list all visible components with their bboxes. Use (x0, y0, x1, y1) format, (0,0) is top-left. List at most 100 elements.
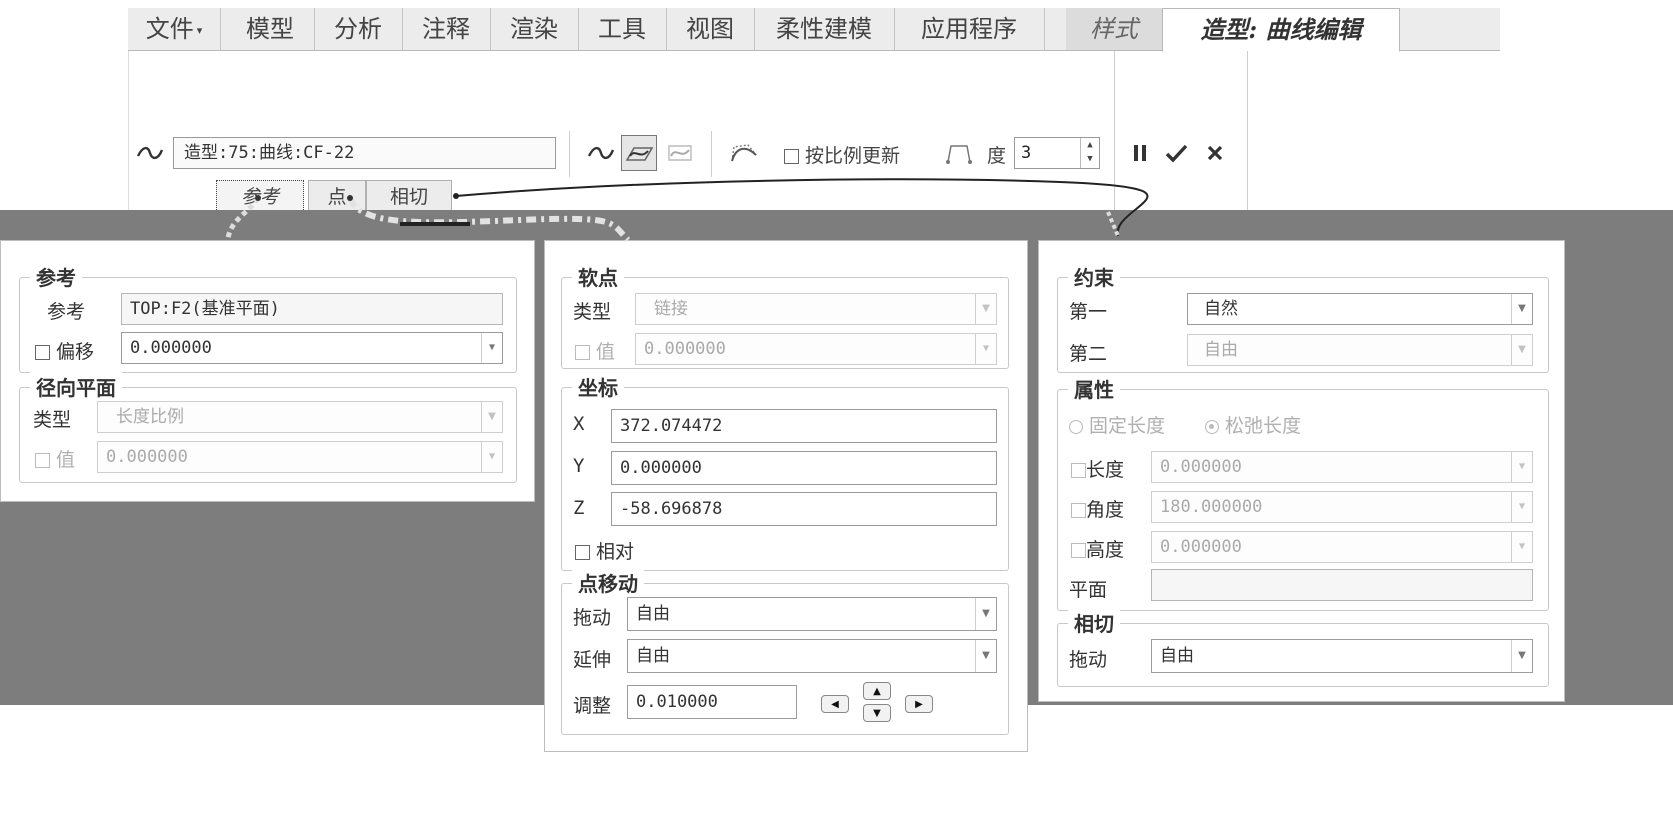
chevron-down-icon: ▼ (1511, 492, 1532, 522)
tab-annotate[interactable]: 注释 (402, 8, 491, 50)
z-label: Z (573, 497, 585, 519)
tab-tools[interactable]: 工具 (578, 8, 667, 50)
nudge-right-button[interactable]: ▶ (905, 695, 933, 713)
radial-value-option: 值 (35, 445, 75, 472)
x-label: X (573, 413, 585, 435)
subtab-point[interactable]: 点 (308, 180, 366, 212)
nudge-down-button[interactable]: ▼ (863, 704, 891, 722)
relative-option[interactable]: 相对 (575, 537, 634, 564)
arrow-up-icon: ▲ (873, 685, 881, 697)
y-coordinate-input[interactable]: 0.000000 (611, 451, 997, 485)
adjust-label: 调整 (573, 695, 612, 717)
z-coordinate-input[interactable]: -58.696878 (611, 492, 997, 526)
close-icon[interactable] (1201, 139, 1229, 167)
references-panel: 参考 参考 TOP:F2(基准平面) 偏移 0.000000 ▼ 径向平面 类型… (0, 240, 535, 502)
reference-group-title: 参考 (30, 262, 82, 291)
height-value: 0.000000 (1160, 537, 1242, 557)
point-move-group-title: 点移动 (572, 568, 644, 597)
x-coordinate-input[interactable]: 372.074472 (611, 409, 997, 443)
constraint-group-title: 约束 (1068, 262, 1120, 291)
subtab-tangent[interactable]: 相切 (366, 180, 452, 212)
tangent-drag-dropdown[interactable]: 自由 ▼ (1151, 639, 1533, 673)
tab-style-curve-edit[interactable]: 造型: 曲线编辑 (1162, 8, 1400, 52)
cos-curve-icon[interactable] (663, 137, 697, 169)
fixed-length-label: 固定长度 (1089, 415, 1166, 437)
arrow-right-icon: ▶ (915, 698, 923, 710)
planar-curve-icon[interactable] (621, 135, 657, 171)
length-checkbox (1071, 463, 1086, 478)
angle-value: 180.000000 (1160, 497, 1263, 517)
tab-style[interactable]: 样式 (1066, 8, 1163, 50)
offset-label: 偏移 (56, 341, 95, 363)
angle-label: 角度 (1086, 499, 1125, 521)
chevron-down-icon[interactable]: ▼ (975, 598, 996, 630)
radial-value-label: 值 (56, 449, 76, 471)
first-constraint-dropdown[interactable]: 自然 ▼ (1187, 293, 1533, 325)
chevron-down-icon[interactable]: ▼ (481, 333, 502, 363)
extend-value: 自由 (636, 646, 670, 666)
tab-render[interactable]: 渲染 (490, 8, 579, 50)
soft-type-value: 链接 (654, 299, 688, 319)
chevron-down-icon[interactable]: ▼ (975, 640, 996, 672)
stepper-arrows[interactable]: ▲ ▼ (1080, 138, 1099, 168)
offset-value: 0.000000 (130, 338, 212, 358)
chevron-down-icon: ▼ (481, 442, 502, 472)
fixed-length-option: 固定长度 (1069, 411, 1165, 438)
scale-update-checkbox[interactable] (784, 149, 799, 164)
nudge-up-button[interactable]: ▲ (863, 682, 891, 700)
scale-update-option[interactable]: 按比例更新 (784, 141, 900, 168)
tangent-group-title: 相切 (1068, 608, 1120, 637)
degree-stepper[interactable]: 3 ▲ ▼ (1014, 137, 1100, 169)
chevron-down-icon: ▼ (975, 294, 996, 324)
radial-plane-group-title: 径向平面 (30, 372, 122, 401)
nudge-left-button[interactable]: ◀ (821, 695, 849, 713)
separator (569, 131, 570, 177)
tangent-drag-label: 拖动 (1069, 649, 1108, 671)
reference-field[interactable]: TOP:F2(基准平面) (121, 293, 503, 325)
adjust-input[interactable]: 0.010000 (627, 685, 797, 719)
length-dropdown: 0.000000 ▼ (1151, 451, 1533, 483)
first-label: 第一 (1069, 301, 1108, 323)
tab-analysis[interactable]: 分析 (314, 8, 403, 50)
pause-icon[interactable] (1127, 139, 1153, 167)
separator (1114, 51, 1115, 221)
relative-checkbox[interactable] (575, 545, 590, 560)
tab-flexible-modeling[interactable]: 柔性建模 (754, 8, 895, 50)
freeform-curve-icon[interactable] (585, 137, 617, 169)
length-label: 长度 (1086, 459, 1125, 481)
tab-applications[interactable]: 应用程序 (894, 8, 1045, 50)
properties-group-title: 属性 (1068, 374, 1120, 403)
y-label: Y (573, 455, 585, 477)
second-label: 第二 (1069, 343, 1108, 365)
chevron-down-icon[interactable]: ▼ (1511, 640, 1532, 672)
control-polygon-icon[interactable] (725, 137, 763, 169)
check-icon[interactable] (1161, 139, 1191, 167)
first-constraint-value: 自然 (1204, 299, 1238, 319)
radial-type-value: 长度比例 (116, 407, 184, 427)
chevron-down-icon: ▾ (196, 23, 203, 37)
offset-option[interactable]: 偏移 (35, 337, 94, 364)
extend-dropdown[interactable]: 自由 ▼ (627, 639, 997, 673)
tab-model[interactable]: 模型 (226, 8, 315, 50)
offset-dropdown[interactable]: 0.000000 ▼ (121, 332, 503, 364)
chevron-down-icon: ▼ (481, 402, 502, 432)
angle-dropdown: 180.000000 ▼ (1151, 491, 1533, 523)
chevron-down-icon: ▼ (1511, 335, 1532, 365)
relaxed-length-label: 松弛长度 (1225, 415, 1302, 437)
subtab-references[interactable]: 参考 (216, 180, 304, 212)
separator (711, 131, 712, 177)
degree-label: 度 (987, 145, 1007, 167)
reference-label: 参考 (47, 301, 86, 323)
tab-view[interactable]: 视图 (666, 8, 755, 50)
extend-label: 延伸 (573, 649, 612, 671)
curve-name-field[interactable]: 造型:75:曲线:CF-22 (173, 137, 556, 169)
fixed-length-radio (1069, 419, 1083, 434)
chevron-down-icon[interactable]: ▼ (1511, 294, 1532, 324)
tab-file[interactable]: 文件 ▾ (128, 8, 221, 50)
plane-field[interactable] (1151, 569, 1533, 601)
drag-dropdown[interactable]: 自由 ▼ (627, 597, 997, 631)
relaxed-length-radio (1205, 419, 1219, 434)
arrow-down-icon: ▼ (873, 707, 881, 719)
point-panel: 软点 类型 链接 ▼ 值 0.000000 ▼ 坐标 X 372.074472 … (544, 240, 1028, 752)
offset-checkbox[interactable] (35, 345, 50, 360)
